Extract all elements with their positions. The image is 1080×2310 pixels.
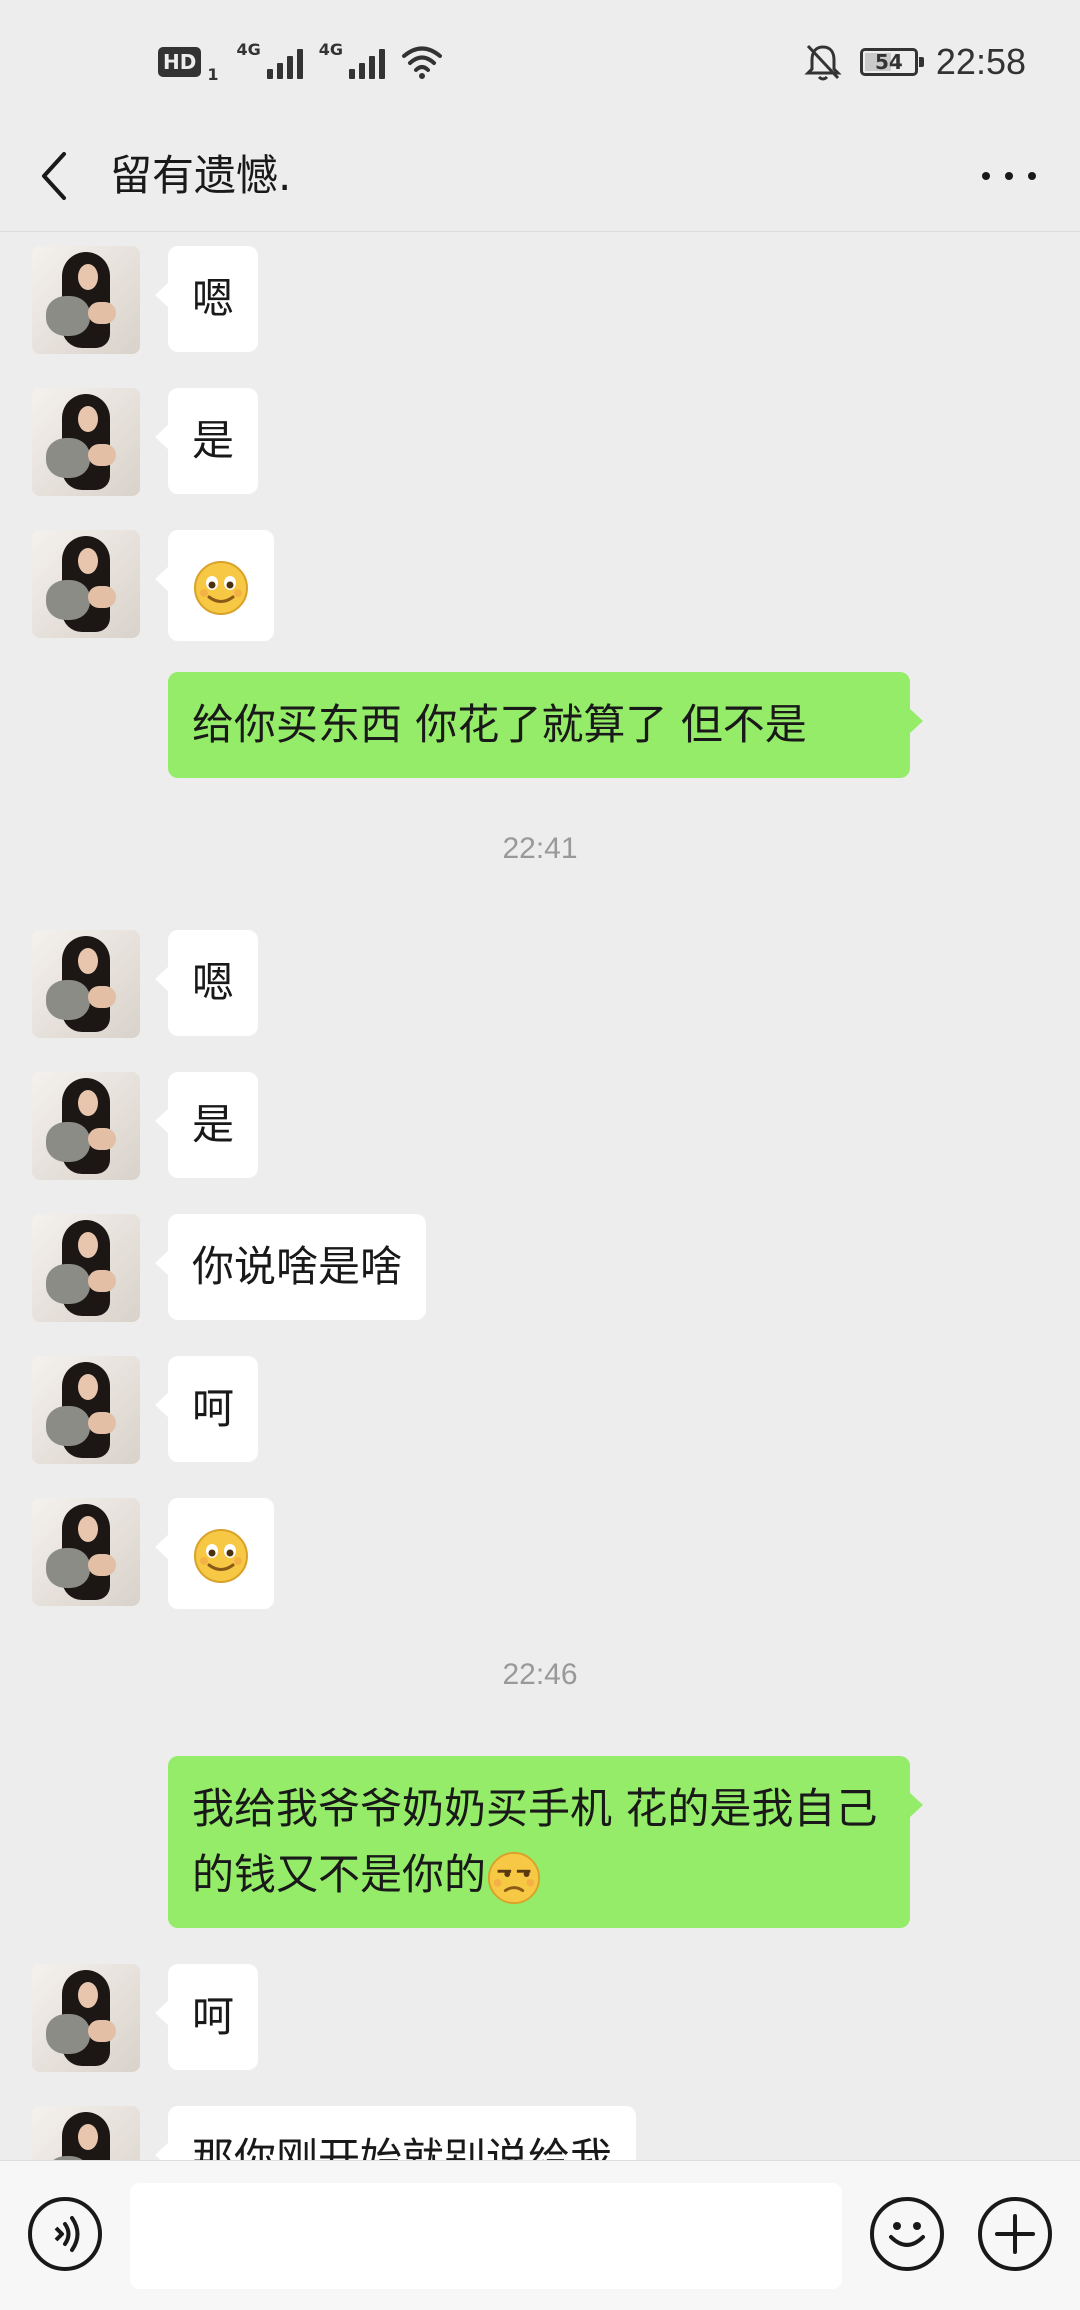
status-left: HD 1 4G 4G: [158, 40, 443, 84]
message-bubble[interactable]: 那你刚开始就别说给我: [154, 2106, 637, 2160]
hd-icon: HD: [158, 47, 202, 77]
message-bubble[interactable]: 你说啥是啥: [154, 1214, 427, 1320]
avatar[interactable]: [32, 1214, 140, 1322]
message-bubble[interactable]: 是: [154, 1072, 259, 1178]
emoji-icon: [889, 2222, 925, 2247]
status-bar: HD 1 4G 4G 54 22:58: [0, 0, 1080, 120]
timestamp: 22:41: [502, 832, 578, 865]
avatar[interactable]: [32, 2106, 140, 2160]
message-bubble[interactable]: [155, 1498, 274, 1609]
more-functions-button[interactable]: [978, 2197, 1052, 2271]
message-row: 那你刚开始就别说给我: [0, 2106, 1080, 2160]
voice-icon: [54, 2216, 80, 2252]
message-row: 我给我爷爷奶奶买手机 花的是我自己的钱又不是你的: [0, 1756, 1080, 1932]
avatar[interactable]: [32, 388, 140, 496]
signal-icon: [266, 45, 303, 79]
message-bubble-sent[interactable]: 我给我爷爷奶奶买手机 花的是我自己的钱又不是你的: [168, 1756, 923, 1928]
message-row: 你说啥是啥: [0, 1214, 1080, 1324]
message-bubble[interactable]: [155, 530, 274, 641]
message-bubble-sent[interactable]: 给你买东西 你花了就算了 但不是: [168, 672, 923, 778]
battery-icon: 54: [859, 48, 924, 76]
avatar[interactable]: [32, 1072, 140, 1180]
signal-icon: [349, 45, 386, 79]
message-row: [0, 530, 1080, 641]
battery-level: 54: [874, 50, 903, 74]
network-type-1: 4G: [236, 40, 261, 59]
smile-emoji-icon: [194, 1528, 248, 1583]
timestamp: 22:46: [502, 1658, 578, 1691]
back-button[interactable]: [30, 142, 90, 210]
more-dot: [1005, 172, 1013, 180]
message-row: [0, 1498, 1080, 1609]
input-bar: [0, 2160, 1080, 2310]
unamused-emoji-icon: [487, 1851, 541, 1904]
chat-header: 留有遗憾.: [0, 120, 1080, 232]
emoji-button[interactable]: [870, 2197, 944, 2271]
message-row: 嗯: [0, 246, 1080, 356]
voice-button[interactable]: [28, 2197, 102, 2271]
avatar[interactable]: [32, 246, 140, 354]
network-type-2: 4G: [318, 40, 344, 59]
avatar[interactable]: [32, 1356, 140, 1464]
message-row: 是: [0, 388, 1080, 498]
chat-title: 留有遗憾.: [110, 151, 292, 200]
clock: 22:58: [935, 41, 1026, 82]
message-row: 呵: [0, 1964, 1080, 2074]
plus-icon: [995, 2214, 1035, 2254]
mute-bell-icon: [804, 44, 842, 81]
chevron-left-icon: [42, 152, 66, 200]
message-bubble[interactable]: 呵: [154, 1356, 259, 1462]
avatar[interactable]: [32, 1964, 140, 2072]
message-bubble[interactable]: 是: [154, 388, 259, 494]
wifi-icon: [402, 46, 443, 79]
message-row: 嗯: [0, 930, 1080, 1040]
avatar[interactable]: [32, 530, 140, 638]
avatar[interactable]: [32, 930, 140, 1038]
message-row: 呵: [0, 1356, 1080, 1466]
more-button[interactable]: [974, 146, 1044, 206]
more-dot: [1028, 172, 1036, 180]
message-bubble[interactable]: 嗯: [154, 930, 259, 1036]
hd-sim-label: 1: [207, 65, 219, 84]
message-row: 是: [0, 1072, 1080, 1182]
status-right: 54 22:58: [804, 38, 1026, 86]
message-bubble[interactable]: 嗯: [154, 246, 259, 352]
message-row: 给你买东西 你花了就算了 但不是: [0, 672, 1080, 782]
avatar[interactable]: [32, 1498, 140, 1606]
message-bubble[interactable]: 呵: [154, 1964, 259, 2070]
message-input[interactable]: [130, 2183, 842, 2289]
message-list[interactable]: 嗯 是 给你买东西 你花了就算了 但不是 22:41 嗯 是 你说啥是啥 呵 2…: [0, 232, 1080, 2160]
smile-emoji-icon: [194, 560, 248, 615]
more-dots-icon: [982, 172, 990, 180]
